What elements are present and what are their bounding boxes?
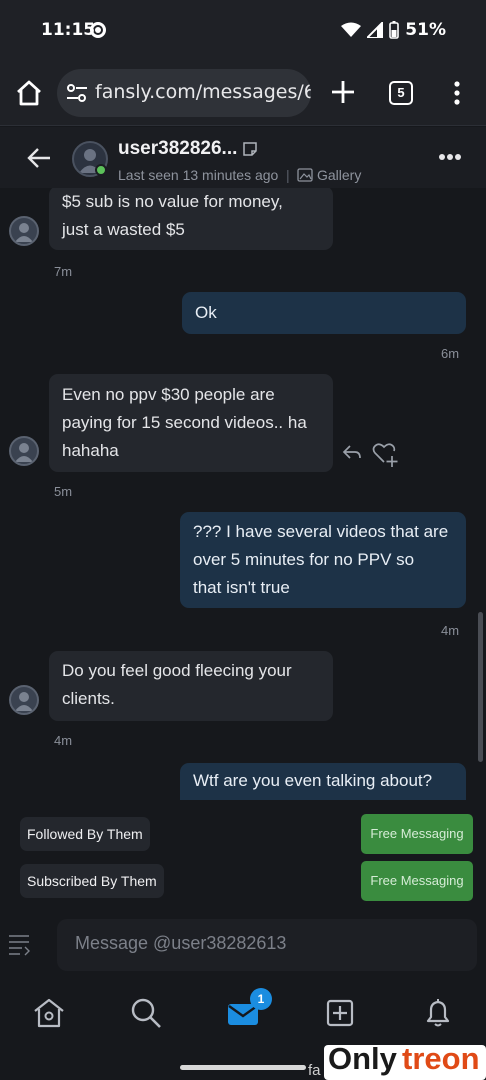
message-line: $5 sub is no value for money, [62,192,283,211]
home-icon[interactable] [14,78,44,108]
battery-percent: 51% [405,20,446,40]
scrollbar-thumb[interactable] [478,612,483,762]
chat-username[interactable]: user382826... [118,138,237,160]
status-bar: 11:15 51% [0,0,486,60]
online-indicator [95,164,107,176]
last-seen-text: Last seen 13 minutes ago [118,167,279,183]
home-icon[interactable] [32,996,66,1030]
messages-count-badge: 1 [250,988,272,1010]
address-bar[interactable]: fansly.com/messages/69 [57,69,311,117]
subscribed-by-them-badge: Subscribed By Them [20,864,164,898]
message-line: over 5 minutes for no PPV so [193,550,415,569]
screen: { "status_bar": {"time": "11:15", "batte… [0,0,486,1080]
tab-switcher-button[interactable]: 5 [389,81,413,105]
message-timestamp: 7m [54,264,73,279]
user-silhouette-icon [15,223,33,242]
message-line: hahaha [62,441,119,460]
message-line: that isn't true [193,578,290,597]
avatar[interactable] [9,436,39,466]
message-line: Even no ppv $30 people are [62,385,275,404]
battery-icon [389,21,400,39]
message-options-icon[interactable] [8,931,30,957]
message-line: just a wasted $5 [62,220,185,239]
notifications-bell-icon[interactable] [421,996,455,1030]
gesture-bar [180,1065,306,1070]
like-heart-icon[interactable] [372,442,400,468]
message-composer: Message @user38282613 [0,917,486,973]
message-bubble-incoming[interactable]: Even no ppv $30 people are paying for 15… [49,374,333,472]
message-bubble-outgoing[interactable]: Wtf are you even talking about? [180,763,466,800]
status-icons: 51% [341,20,446,40]
note-icon[interactable] [242,141,258,157]
watermark-text-only: Only [328,1041,397,1076]
search-icon[interactable] [129,996,163,1030]
site-settings-icon[interactable] [66,83,88,103]
watermark-text-treon: treon [402,1041,480,1076]
avatar[interactable] [9,685,39,715]
followed-by-them-badge: Followed By Them [20,817,150,851]
avatar[interactable] [9,216,39,246]
message-bubble-incoming[interactable]: $5 sub is no value for money, just a was… [49,188,333,250]
message-line: Wtf are you even talking about? [193,771,433,790]
partial-footer-text: fa [308,1062,321,1079]
message-line: Do you feel good fleecing your [62,661,292,680]
message-bubble-incoming[interactable]: Do you feel good fleecing your clients. [49,651,333,721]
bottom-navigation: 1 [0,980,486,1044]
header-separator: | [286,167,290,183]
message-timestamp: 6m [441,346,460,361]
gallery-link[interactable]: Gallery [317,167,361,183]
reply-icon[interactable] [342,444,362,462]
message-timestamp: 4m [441,623,460,638]
create-post-icon[interactable] [323,996,357,1030]
chrome-icon [90,22,106,38]
signal-icon [367,22,384,38]
watermark-logo: Only treon [324,1041,486,1080]
browser-toolbar: fansly.com/messages/69 5 [0,60,486,126]
user-silhouette-icon [15,443,33,462]
message-list[interactable]: $5 sub is no value for money, just a was… [0,188,486,800]
wifi-icon [341,22,362,37]
url-text[interactable]: fansly.com/messages/69 [95,81,311,103]
chat-header: user382826... Last seen 13 minutes ago |… [0,127,486,188]
user-silhouette-icon [15,692,33,711]
back-arrow-icon[interactable] [26,145,52,171]
more-options-icon[interactable] [438,153,462,161]
message-input-placeholder: Message @user38282613 [75,933,287,953]
browser-menu-icon[interactable] [450,80,464,106]
free-messaging-button[interactable]: Free Messaging [361,861,473,901]
message-timestamp: 4m [54,733,73,748]
message-bubble-outgoing[interactable]: ??? I have several videos that are over … [180,512,466,608]
message-input[interactable]: Message @user38282613 [57,919,477,971]
message-line: Ok [195,303,217,322]
message-line: ??? I have several videos that are [193,522,449,541]
message-bubble-outgoing[interactable]: Ok [182,292,466,334]
message-line: clients. [62,689,115,708]
message-timestamp: 5m [54,484,73,499]
gallery-icon[interactable] [297,168,313,182]
free-messaging-button[interactable]: Free Messaging [361,814,473,854]
message-line: paying for 15 second videos.. ha [62,413,307,432]
new-tab-icon[interactable] [330,79,356,105]
status-time: 11:15 [41,20,96,40]
